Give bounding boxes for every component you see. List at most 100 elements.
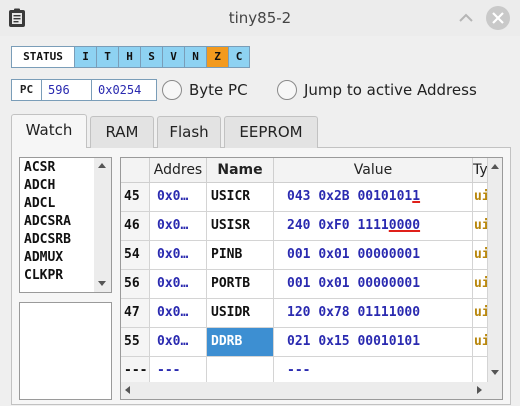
row-type: ui (473, 212, 488, 241)
chevron-up-icon[interactable] (456, 8, 476, 28)
row-address: 0x0… (150, 183, 207, 212)
window-title: tiny85-2 (228, 9, 292, 27)
row-value[interactable]: 021 0x15 00010101 (274, 328, 473, 357)
scroll-up-icon[interactable] (98, 163, 106, 168)
row-index: 55 (121, 328, 150, 357)
table-row[interactable]: 47 0x0… USIDR 120 0x78 01111000 ui (121, 299, 488, 328)
row-index: 47 (121, 299, 150, 328)
byte-pc-radio[interactable] (162, 80, 182, 100)
header-value[interactable]: Value (274, 158, 473, 183)
tab-eeprom[interactable]: EEPROM (224, 116, 318, 148)
table-row[interactable]: 45 0x0… USICR 043 0x2B 00101011 ui (121, 183, 488, 212)
value-bin: 01111000 (357, 305, 421, 320)
byte-pc-label: Byte PC (189, 81, 248, 99)
row-value[interactable]: 043 0x2B 00101011 (274, 183, 473, 212)
table-row[interactable]: 46 0x0… USISR 240 0xF0 11110000 ui (121, 212, 488, 241)
scroll-up-icon[interactable] (491, 164, 499, 169)
close-button[interactable] (486, 6, 510, 30)
flag-n[interactable]: N (184, 46, 206, 68)
flag-s[interactable]: S (140, 46, 162, 68)
row-index: 54 (121, 241, 150, 270)
flag-c[interactable]: C (228, 46, 250, 68)
scroll-down-icon[interactable] (491, 370, 499, 375)
scroll-down-icon[interactable] (98, 281, 106, 286)
program-counter: PC 596 0x0254 (11, 79, 157, 101)
scroll-right-icon[interactable] (477, 386, 482, 394)
value-dec: 240 (287, 218, 311, 233)
pc-decimal-value: 596 (41, 79, 91, 101)
row-type: ui (473, 241, 488, 270)
value-hex: 0x78 (318, 305, 350, 320)
value-hex: 0x01 (318, 247, 350, 262)
row-value[interactable]: 001 0x01 00000001 (274, 270, 473, 299)
status-register: STATUS I T H S V N Z C (11, 46, 250, 68)
table-horizontal-scrollbar[interactable] (121, 382, 502, 399)
value-hex: 0xF0 (318, 218, 350, 233)
table-row[interactable]: 55 0x0… DDRB 021 0x15 00010101 ui (121, 328, 488, 357)
row-type: ui (473, 299, 488, 328)
table-row[interactable]: 54 0x0… PINB 001 0x01 00000001 ui (121, 241, 488, 270)
row-address: 0x0… (150, 241, 207, 270)
tab-watch[interactable]: Watch (11, 114, 87, 148)
row-name[interactable]: PINB (207, 241, 274, 270)
value-bin: 0010101 (357, 189, 413, 204)
value-bin: 1111 (357, 218, 389, 233)
value-dec: 021 (287, 334, 311, 349)
tab-flash[interactable]: Flash (157, 116, 221, 148)
list-item[interactable]: CLKPR (24, 268, 63, 283)
header-name[interactable]: Name (207, 158, 274, 183)
row-address: 0x0… (150, 328, 207, 357)
value-bin: 00000001 (357, 247, 421, 262)
value-dec: 120 (287, 305, 311, 320)
status-label: STATUS (11, 46, 74, 68)
row-value[interactable]: 120 0x78 01111000 (274, 299, 473, 328)
list-item[interactable]: ADMUX (24, 250, 63, 265)
jump-to-active-address-radio[interactable] (277, 80, 297, 100)
row-address: 0x0… (150, 270, 207, 299)
row-name-selected[interactable]: DDRB (207, 328, 274, 357)
title-bar: tiny85-2 (0, 0, 520, 36)
flag-i[interactable]: I (74, 46, 96, 68)
row-index: 46 (121, 212, 150, 241)
tab-ram[interactable]: RAM (90, 116, 154, 148)
row-name[interactable]: USICR (207, 183, 274, 212)
flag-v[interactable]: V (162, 46, 184, 68)
row-value[interactable]: 001 0x01 00000001 (274, 241, 473, 270)
table-vertical-scrollbar[interactable] (488, 158, 502, 382)
register-list-scrollbar[interactable] (94, 158, 111, 292)
flag-h[interactable]: H (118, 46, 140, 68)
row-name[interactable]: PORTB (207, 270, 274, 299)
row-name[interactable]: USISR (207, 212, 274, 241)
header-address[interactable]: Addres (150, 158, 207, 183)
list-item[interactable]: ACSR (24, 160, 55, 175)
table-row[interactable]: 56 0x0… PORTB 001 0x01 00000001 ui (121, 270, 488, 299)
row-type: ui (473, 328, 488, 357)
scroll-left-icon[interactable] (125, 386, 130, 394)
value-bin-changed: 0000 (388, 218, 421, 233)
row-name[interactable]: USIDR (207, 299, 274, 328)
value-dec: 001 (287, 247, 311, 262)
row-type: ui (473, 270, 488, 299)
value-bin: 00000001 (357, 276, 421, 291)
flag-t[interactable]: T (96, 46, 118, 68)
value-dec: 001 (287, 276, 311, 291)
list-item[interactable]: ADCL (24, 196, 55, 211)
value-hex: 0x01 (318, 276, 350, 291)
value-dec: 043 (287, 189, 311, 204)
jump-to-active-address-label: Jump to active Address (304, 81, 477, 99)
pc-label: PC (11, 79, 41, 101)
list-item[interactable]: ADCH (24, 178, 55, 193)
list-item[interactable]: ADCSRA (24, 214, 71, 229)
register-detail-box (19, 302, 112, 400)
row-type: ui (473, 183, 488, 212)
header-type[interactable]: Ty (473, 158, 488, 183)
register-list[interactable]: ACSR ADCH ADCL ADCSRA ADCSRB ADMUX CLKPR (19, 157, 112, 293)
header-index (121, 158, 150, 183)
row-value[interactable]: 240 0xF0 11110000 (274, 212, 473, 241)
value-bin-changed: 1 (412, 189, 421, 204)
row-index: 45 (121, 183, 150, 212)
flag-z[interactable]: Z (206, 46, 228, 68)
value-hex: 0x2B (318, 189, 350, 204)
value-bin: 00010101 (357, 334, 421, 349)
list-item[interactable]: ADCSRB (24, 232, 71, 247)
